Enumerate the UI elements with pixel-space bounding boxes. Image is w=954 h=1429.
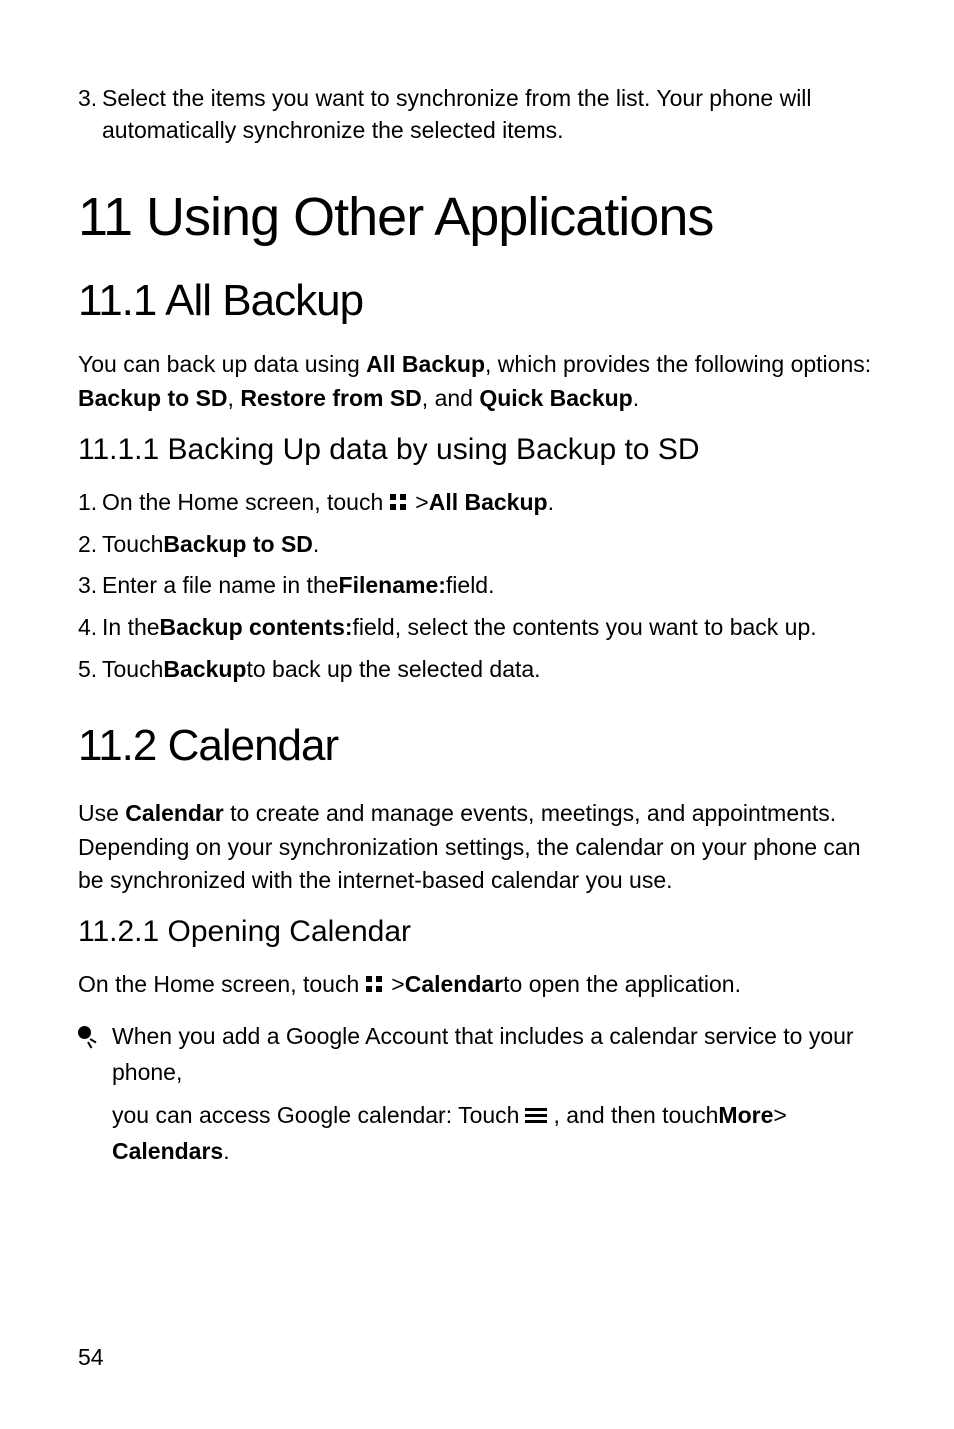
text-fragment: On the Home screen, touch [78,967,359,1003]
bold-backup: Backup [163,652,246,688]
subsection-11-2-1-heading: 11.2.1 Opening Calendar [78,915,876,949]
bold-calendar: Calendar [405,967,503,1003]
section-11-1-heading: 11.1 All Backup [78,276,876,326]
text-fragment: , [228,385,241,411]
text-fragment: Use [78,800,125,826]
text-fragment: . [223,1138,229,1164]
text-fragment: to back up the selected data. [246,652,540,688]
tip-line-3: Calendars. [112,1134,876,1170]
step-3: 3. Enter a file name in the Filename: fi… [78,568,876,604]
step-number: 2. [78,527,102,563]
step-number: 4. [78,610,102,646]
tip-bulb-icon [78,1019,112,1170]
text-fragment: , and then touch [553,1098,718,1134]
section-11-2-heading: 11.2 Calendar [78,721,876,771]
step-text: Enter a file name in the Filename: field… [102,568,876,604]
text-fragment: On the Home screen, touch [102,485,383,521]
bold-calendars: Calendars [112,1138,223,1164]
step-text: Select the items you want to synchronize… [102,82,876,146]
text-fragment: field, select the contents you want to b… [353,610,817,646]
page-number: 54 [78,1344,104,1371]
chapter-heading: 11 Using Other Applications [78,186,876,248]
step-4: 4. In the Backup contents: field, select… [78,610,876,646]
bold-backup-contents: Backup contents: [160,610,353,646]
step-text: In the Backup contents: field, select th… [102,610,876,646]
text-fragment: Enter a file name in the [102,568,339,604]
bold-backup-to-sd: Backup to SD [78,385,228,411]
step-1: 1. On the Home screen, touch > All Backu… [78,485,876,521]
section-11-1-intro: You can back up data using All Backup, w… [78,348,876,415]
text-fragment: > [773,1098,786,1134]
step-text: On the Home screen, touch > All Backup. [102,485,876,521]
bold-backup-to-sd: Backup to SD [163,527,313,563]
step-number: 3. [78,82,102,146]
text-fragment: You can back up data using [78,351,366,377]
text-fragment: . [633,385,639,411]
bold-filename: Filename: [339,568,446,604]
section-11-2-intro: Use Calendar to create and manage events… [78,797,876,897]
bold-quick-backup: Quick Backup [479,385,632,411]
intro-step-3: 3. Select the items you want to synchron… [78,82,876,146]
text-fragment: > [415,485,428,521]
subsection-11-1-1-heading: 11.1.1 Backing Up data by using Backup t… [78,433,876,467]
bold-all-backup: All Backup [429,485,548,521]
step-number: 5. [78,652,102,688]
text-fragment: . [548,485,554,521]
tip-text: When you add a Google Account that inclu… [112,1019,876,1170]
text-fragment: Touch [102,527,163,563]
text-fragment: In the [102,610,160,646]
step-text: On the Home screen, touch > Calendar to … [78,967,876,1003]
tip-line-2: you can access Google calendar: Touch , … [112,1098,876,1134]
bold-more: More [718,1098,773,1134]
text-fragment: . [313,527,319,563]
step-text: Touch Backup to SD. [102,527,876,563]
apps-grid-icon [389,493,409,513]
step-2: 2. Touch Backup to SD. [78,527,876,563]
step-number: 3. [78,568,102,604]
apps-grid-icon [365,975,385,995]
text-fragment: > [391,967,404,1003]
tip-note: When you add a Google Account that inclu… [78,1019,876,1170]
text-fragment: field. [446,568,495,604]
step-number: 1. [78,485,102,521]
bold-restore-from-sd: Restore from SD [240,385,421,411]
step-text: Touch Backup to back up the selected dat… [102,652,876,688]
text-fragment: , and [422,385,480,411]
bold-calendar: Calendar [125,800,223,826]
tip-line-1: When you add a Google Account that inclu… [112,1019,876,1090]
text-fragment: Touch [102,652,163,688]
text-fragment: you can access Google calendar: Touch [112,1098,519,1134]
text-fragment: to open the application. [503,967,741,1003]
menu-icon [525,1108,547,1124]
text-fragment: , which provides the following options: [485,351,871,377]
bold-all-backup: All Backup [366,351,485,377]
step-5: 5. Touch Backup to back up the selected … [78,652,876,688]
open-calendar-line: On the Home screen, touch > Calendar to … [78,967,876,1003]
